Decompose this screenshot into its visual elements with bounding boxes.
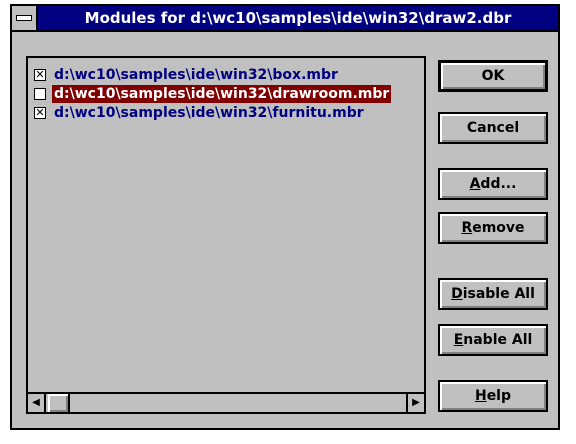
modules-dialog: Modules for d:\wc10\samples\ide\win32\dr… (10, 4, 560, 430)
module-path: d:\wc10\samples\ide\win32\furnitu.mbr (54, 105, 364, 121)
arrow-right-icon: ▶ (412, 397, 420, 408)
add-mnemonic: A (469, 176, 481, 192)
help-button[interactable]: Help (438, 380, 548, 412)
scroll-thumb[interactable] (48, 394, 70, 412)
disable-all-button[interactable]: Disable All (438, 278, 548, 310)
window-title: Modules for d:\wc10\samples\ide\win32\dr… (84, 9, 512, 27)
ok-button[interactable]: OK (438, 60, 548, 92)
horizontal-scrollbar[interactable]: ◀ ▶ (28, 392, 424, 412)
add-button[interactable]: Add... (438, 168, 548, 200)
module-checkbox[interactable]: ✕ (34, 69, 46, 81)
help-mnemonic: H (474, 388, 487, 404)
remove-mnemonic: R (461, 220, 473, 236)
enable-all-label: nable All (463, 332, 533, 348)
scroll-right-button[interactable]: ▶ (406, 394, 424, 412)
cancel-label: Cancel (466, 120, 520, 136)
module-path: d:\wc10\samples\ide\win32\drawroom.mbr (52, 85, 392, 103)
title-bar: Modules for d:\wc10\samples\ide\win32\dr… (12, 6, 558, 32)
remove-button[interactable]: Remove (438, 212, 548, 244)
arrow-left-icon: ◀ (32, 397, 40, 408)
enable-all-mnemonic: E (453, 332, 464, 348)
disable-all-label: isable All (462, 286, 535, 302)
system-menu-button[interactable] (12, 6, 38, 30)
system-menu-icon (16, 15, 32, 21)
remove-label: emove (472, 220, 525, 236)
module-checkbox[interactable]: ✕ (34, 107, 46, 119)
module-list[interactable]: ✕ d:\wc10\samples\ide\win32\box.mbr d:\w… (26, 56, 426, 414)
cancel-button[interactable]: Cancel (438, 112, 548, 144)
module-path: d:\wc10\samples\ide\win32\box.mbr (54, 67, 338, 83)
module-checkbox[interactable] (34, 88, 46, 100)
ok-label: OK (481, 68, 505, 84)
add-label: dd... (480, 176, 517, 192)
enable-all-button[interactable]: Enable All (438, 324, 548, 356)
scroll-left-button[interactable]: ◀ (28, 394, 46, 412)
help-label: elp (486, 388, 512, 404)
disable-all-mnemonic: D (451, 286, 463, 302)
